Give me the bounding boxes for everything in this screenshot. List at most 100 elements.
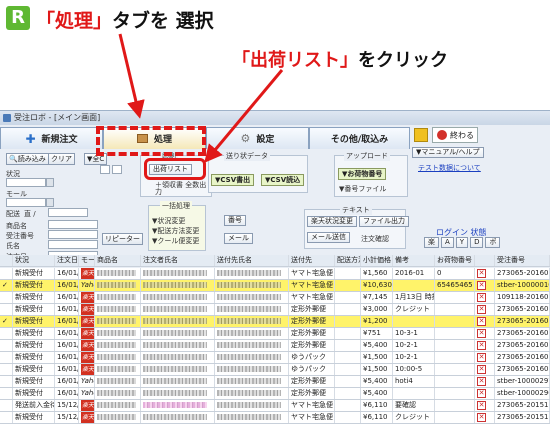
column-header[interactable]	[0, 255, 13, 266]
table-row[interactable]: ✓新規受付16/01/13Yahoo ヤマト宅急便 ¥10,630 65465465✕…	[0, 280, 550, 292]
table-row[interactable]: 新規受付16/01/18楽天 ヤマト宅急便 ¥1,5602016-010✕ 27306…	[0, 268, 550, 280]
chevron-down-icon[interactable]	[46, 198, 54, 207]
product-name-field[interactable]	[48, 220, 98, 229]
mail-send-button[interactable]: メール送信	[307, 232, 350, 243]
cell-flag[interactable]: ✕	[475, 376, 495, 387]
receipt-checkbox-label[interactable]: ＋領収書 全数出力	[155, 182, 209, 196]
table-row[interactable]: 新規受付16/01/08Yahoo 定形外郵便 ¥5,400 ✕ stber-10000…	[0, 388, 550, 400]
row-checkbox[interactable]	[0, 268, 13, 279]
checkbox-b[interactable]	[112, 165, 122, 174]
close-icon[interactable]: ✕	[477, 305, 486, 314]
mail-button[interactable]: メール	[224, 233, 253, 244]
close-icon[interactable]: ✕	[477, 317, 486, 326]
cell-flag[interactable]: ✕	[475, 304, 495, 315]
column-header[interactable]: モール	[79, 255, 95, 266]
cell-flag[interactable]: ✕	[475, 316, 495, 327]
batch-item-status[interactable]: ▼状況変更	[152, 216, 185, 226]
column-header[interactable]: 送付先	[289, 255, 335, 266]
end-button[interactable]: 終わる	[432, 127, 478, 143]
table-row[interactable]: 新規受付16/01/08Yahoo 定形外郵便 ¥5,400hoti4 ✕ stber-…	[0, 376, 550, 388]
column-header[interactable]: 商品名	[95, 255, 141, 266]
row-checkbox[interactable]	[0, 352, 13, 363]
help-folder-icon[interactable]	[414, 128, 428, 142]
name-field[interactable]	[48, 240, 98, 249]
table-row[interactable]: 新規受付16/01/08楽天 ゆうパック ¥1,50010:00-5 ✕ 273065-…	[0, 364, 550, 376]
close-icon[interactable]: ✕	[477, 293, 486, 302]
cell-price: ¥1,500	[361, 352, 393, 363]
table-row[interactable]: 新規受付16/01/15楽天 定形外郵便 ¥3,000クレジット ✕ 273065-20…	[0, 304, 550, 316]
column-header[interactable]: 小計価格	[361, 255, 393, 266]
tracking-file-button[interactable]: ▼番号ファイル	[339, 184, 386, 194]
column-header[interactable]: 状況	[13, 255, 55, 266]
number-button[interactable]: 番号	[224, 215, 246, 226]
cell-flag[interactable]: ✕	[475, 328, 495, 339]
csv-export-button[interactable]: ▼CSV書出	[211, 174, 255, 186]
tab-new-order[interactable]: ✚ 新規注文	[0, 127, 103, 149]
cell-flag[interactable]: ✕	[475, 364, 495, 375]
status-select[interactable]	[6, 178, 46, 187]
batch-item-delivery[interactable]: ▼配送方法変更	[152, 226, 199, 236]
test-data-link[interactable]: テスト数据について	[418, 163, 481, 173]
row-checkbox[interactable]	[0, 328, 13, 339]
close-icon[interactable]: ✕	[477, 413, 486, 422]
close-icon[interactable]: ✕	[477, 389, 486, 398]
table-row[interactable]: 新規受付15/12/18楽天 ヤマト宅急便 ¥6,110クレジット ✕ 273065-2…	[0, 412, 550, 424]
close-icon[interactable]: ✕	[477, 329, 486, 338]
table-row[interactable]: 発送前入金待15/12/18楽天 ヤマト宅急便 ¥6,110要確認 ✕ 273065-2…	[0, 400, 550, 412]
cell-flag[interactable]: ✕	[475, 412, 495, 423]
manual-help-button[interactable]: ▼マニュアル/ヘルプ	[412, 147, 484, 158]
cell-order-number: 273065-20160108-0	[497, 364, 550, 375]
table-row[interactable]: 新規受付16/01/09楽天 ゆうパック ¥1,50010-2-1 ✕ 273065-2…	[0, 352, 550, 364]
batch-item-cool[interactable]: ▼クール便変更	[152, 236, 199, 246]
close-icon[interactable]: ✕	[477, 353, 486, 362]
row-checkbox[interactable]	[0, 292, 13, 303]
close-icon[interactable]: ✕	[477, 365, 486, 374]
table-row[interactable]: ✓新規受付16/01/12楽天 定形外郵便 ¥1,200 ✕ 273065-201601…	[0, 316, 550, 328]
column-header[interactable]: 注文者氏名	[141, 255, 215, 266]
rakuten-status-button[interactable]: 楽天状況変更	[307, 216, 357, 227]
column-header[interactable]: 注文日	[55, 255, 79, 266]
row-checkbox[interactable]	[0, 400, 13, 411]
load-button[interactable]: 🔍読み込み	[6, 153, 49, 165]
table-row[interactable]: 新規受付16/01/12楽天 定形外郵便 ¥5,40010-2-1 ✕ 273065-2…	[0, 340, 550, 352]
table-row[interactable]: 新規受付16/01/12楽天 定形外郵便 ¥75110-3-1 ✕ 273065-201…	[0, 328, 550, 340]
column-header[interactable]: 配送方法	[335, 255, 361, 266]
table-row[interactable]: 新規受付16/01/13楽天 ヤマト宅急便 ¥7,1451月13日 時指 ✕ 10911…	[0, 292, 550, 304]
cell-flag[interactable]: ✕	[475, 400, 495, 411]
close-icon[interactable]: ✕	[477, 401, 486, 410]
cell-flag[interactable]: ✕	[475, 340, 495, 351]
delivery-select[interactable]	[48, 208, 88, 217]
column-header[interactable]: 受注番号	[495, 255, 550, 266]
row-checkbox[interactable]	[0, 376, 13, 387]
column-header[interactable]: 送付先氏名	[215, 255, 289, 266]
file-output-button[interactable]: ファイル出力	[359, 216, 409, 227]
close-icon[interactable]: ✕	[477, 269, 486, 278]
cell-flag[interactable]: ✕	[475, 388, 495, 399]
tracking-number-button[interactable]: ▼お荷物番号	[338, 168, 387, 180]
close-icon[interactable]: ✕	[477, 341, 486, 350]
row-checkbox[interactable]: ✓	[0, 316, 13, 327]
clear-button[interactable]: クリア	[48, 153, 75, 165]
csv-import-button[interactable]: ▼CSV読込	[261, 174, 305, 186]
cell-flag[interactable]: ✕	[475, 268, 495, 279]
order-number-field[interactable]	[48, 230, 98, 239]
mall-select[interactable]	[6, 198, 46, 207]
column-header[interactable]: お荷物番号	[435, 255, 475, 266]
chevron-down-icon[interactable]	[46, 178, 54, 187]
close-icon[interactable]: ✕	[477, 281, 486, 290]
cell-flag[interactable]: ✕	[475, 352, 495, 363]
cell-flag[interactable]: ✕	[475, 292, 495, 303]
row-checkbox[interactable]	[0, 364, 13, 375]
checkbox-a[interactable]	[100, 165, 110, 174]
cell-flag[interactable]: ✕	[475, 280, 495, 291]
close-icon[interactable]: ✕	[477, 377, 486, 386]
repeater-button[interactable]: リピーター	[102, 233, 143, 245]
row-checkbox[interactable]	[0, 412, 13, 423]
tab-other-import[interactable]: その他/取込み	[309, 127, 410, 149]
row-checkbox[interactable]	[0, 340, 13, 351]
row-checkbox[interactable]	[0, 388, 13, 399]
row-checkbox[interactable]	[0, 304, 13, 315]
tab-settings[interactable]: ⚙ 設定	[206, 127, 309, 149]
column-header[interactable]: 備考	[393, 255, 435, 266]
row-checkbox[interactable]: ✓	[0, 280, 13, 291]
